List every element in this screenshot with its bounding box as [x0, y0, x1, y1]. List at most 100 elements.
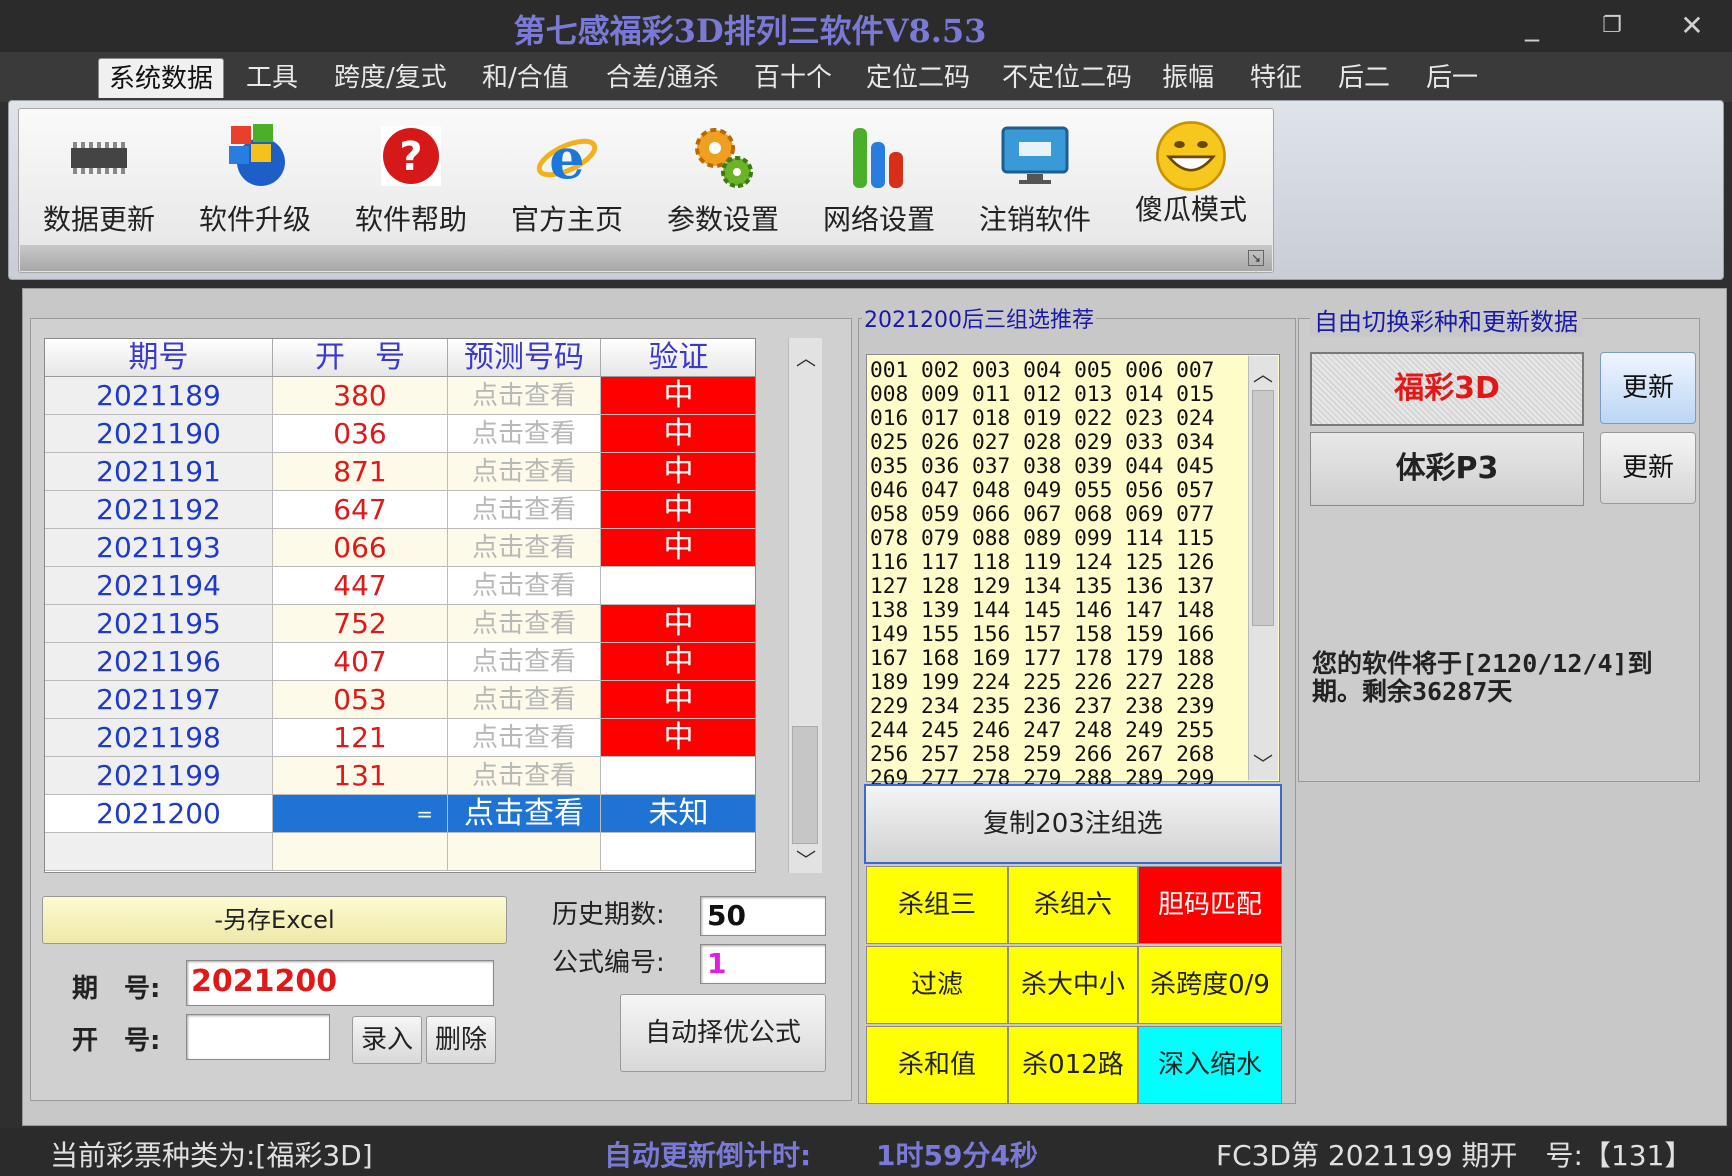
number-cell: 752 — [273, 605, 448, 643]
table-row[interactable]: 2021190 036 点击查看中 — [45, 415, 755, 453]
enter-button[interactable]: 录入 — [352, 1016, 422, 1064]
table-row[interactable]: 2021195 752 点击查看中 — [45, 605, 755, 643]
deep-reduce-button[interactable]: 深入缩水 — [1138, 1026, 1282, 1104]
menu-sum[interactable]: 和/合值 — [482, 58, 569, 98]
fc3d-button[interactable]: 福彩3D — [1310, 352, 1584, 426]
numbers-scroll-up-icon[interactable]: ︿ — [1249, 360, 1277, 388]
current-lottery-status: 当前彩票种类为:[福彩3D] — [50, 1139, 373, 1172]
prediction-cell[interactable]: 点击查看 — [448, 529, 601, 567]
menu-amplitude[interactable]: 振幅 — [1162, 58, 1214, 98]
countdown-value: 1时59分4秒 — [876, 1139, 1038, 1172]
lottery-switch-title: 自由切换彩种和更新数据 — [1310, 302, 1582, 337]
history-count-input[interactable]: 50 — [700, 896, 826, 936]
header-prediction[interactable]: 预测号码 — [448, 339, 601, 377]
network-settings-button[interactable]: 网络设置 — [804, 118, 954, 248]
prediction-cell[interactable]: 点击查看 — [448, 757, 601, 795]
table-row[interactable]: 2021194 447 点击查看 — [45, 567, 755, 605]
update-fc3d-button[interactable]: 更新 — [1600, 352, 1696, 424]
kill-group3-button[interactable]: 杀组三 — [866, 866, 1008, 944]
table-row[interactable]: 2021189 380 点击查看中 — [45, 377, 755, 415]
header-number[interactable]: 开 号 — [273, 339, 448, 377]
numbers-scroll-down-icon[interactable]: ﹀ — [1249, 750, 1277, 778]
menu-unfixed-two[interactable]: 不定位二码 — [1002, 58, 1132, 98]
numbers-scroll-thumb[interactable] — [1252, 390, 1274, 626]
software-help-button[interactable]: ? 软件帮助 — [336, 118, 486, 248]
table-row[interactable] — [45, 833, 755, 871]
restore-icon[interactable]: ❐ — [1592, 8, 1632, 44]
delete-button[interactable]: 删除 — [426, 1016, 496, 1064]
data-update-button[interactable]: 数据更新 — [24, 118, 174, 248]
table-row[interactable]: 2021199 131 点击查看 — [45, 757, 755, 795]
software-upgrade-label: 软件升级 — [198, 203, 311, 236]
save-excel-button[interactable]: -另存Excel — [42, 896, 507, 944]
last-draw-status: FC3D第 2021199 期开 号:【131】 — [1216, 1139, 1693, 1172]
number-input[interactable] — [186, 1014, 330, 1060]
official-homepage-button[interactable]: e 官方主页 — [492, 118, 642, 248]
kill-size-button[interactable]: 杀大中小 — [1008, 946, 1138, 1024]
kill-group6-button[interactable]: 杀组六 — [1008, 866, 1138, 944]
formula-number-input[interactable]: 1 — [700, 944, 826, 984]
gall-match-button[interactable]: 胆码匹配 — [1138, 866, 1282, 944]
table-row[interactable]: 2021198 121 点击查看中 — [45, 719, 755, 757]
prediction-cell[interactable]: 点击查看 — [448, 643, 601, 681]
scroll-down-icon[interactable]: ﹀ — [792, 846, 820, 874]
ribbon-footer — [20, 245, 1272, 271]
prediction-cell[interactable]: 点击查看 — [448, 795, 601, 833]
ribbon-expand-icon[interactable]: ↘ — [1248, 250, 1264, 266]
issue-cell: 2021190 — [45, 415, 273, 453]
issue-cell: 2021196 — [45, 643, 273, 681]
menu-diff[interactable]: 合差/通杀 — [606, 58, 719, 98]
prediction-cell[interactable]: 点击查看 — [448, 491, 601, 529]
tcp3-button[interactable]: 体彩P3 — [1310, 432, 1584, 506]
menu-last-two[interactable]: 后二 — [1338, 58, 1390, 98]
table-row[interactable]: 2021191 871 点击查看中 — [45, 453, 755, 491]
software-upgrade-button[interactable]: 软件升级 — [180, 118, 330, 248]
issue-cell: 2021193 — [45, 529, 273, 567]
grid-scroll-thumb[interactable] — [792, 726, 818, 844]
verify-cell — [601, 567, 755, 605]
menu-digits[interactable]: 百十个 — [754, 58, 832, 98]
prediction-cell[interactable]: 点击查看 — [448, 605, 601, 643]
parameter-settings-button[interactable]: 参数设置 — [648, 118, 798, 248]
kill-sum-button[interactable]: 杀和值 — [866, 1026, 1008, 1104]
recommend-numbers: 001 002 003 004 005 006 007 008 009 011 … — [870, 357, 1215, 838]
menu-fixed-two[interactable]: 定位二码 — [866, 58, 970, 98]
scroll-up-icon[interactable]: ︿ — [792, 344, 820, 372]
verify-cell: 中 — [601, 719, 755, 757]
menu-span[interactable]: 跨度/复式 — [334, 58, 447, 98]
prediction-cell[interactable]: 点击查看 — [448, 415, 601, 453]
update-tcp3-button[interactable]: 更新 — [1600, 432, 1696, 504]
prediction-cell[interactable] — [448, 833, 601, 871]
windows-logo-icon — [229, 124, 285, 186]
official-homepage-label: 官方主页 — [510, 203, 623, 236]
menu-last-one[interactable]: 后一 — [1426, 58, 1478, 98]
table-row[interactable]: 2021197 053 点击查看中 — [45, 681, 755, 719]
prediction-cell[interactable]: 点击查看 — [448, 719, 601, 757]
close-icon[interactable]: ✕ — [1672, 8, 1712, 44]
header-verify[interactable]: 验证 — [601, 339, 755, 377]
issue-input[interactable]: 2021200 — [186, 960, 494, 1006]
header-issue[interactable]: 期号 — [45, 339, 273, 377]
menu-system-data[interactable]: 系统数据 — [98, 58, 225, 98]
issue-cell: 2021194 — [45, 567, 273, 605]
table-row[interactable]: 2021196 407 点击查看中 — [45, 643, 755, 681]
chip-icon — [71, 142, 127, 174]
prediction-cell[interactable]: 点击查看 — [448, 453, 601, 491]
menu-feature[interactable]: 特征 — [1250, 58, 1302, 98]
number-cell — [273, 833, 448, 871]
table-row[interactable]: 2021192 647 点击查看中 — [45, 491, 755, 529]
filter-button[interactable]: 过滤 — [866, 946, 1008, 1024]
prediction-cell[interactable]: 点击查看 — [448, 681, 601, 719]
prediction-cell[interactable]: 点击查看 — [448, 377, 601, 415]
copy-combos-button[interactable]: 复制203注组选 — [864, 784, 1282, 864]
kill-span-button[interactable]: 杀跨度0/9 — [1138, 946, 1282, 1024]
minimize-icon[interactable]: _ — [1512, 8, 1552, 44]
prediction-cell[interactable]: 点击查看 — [448, 567, 601, 605]
table-row[interactable]: 2021193 066 点击查看中 — [45, 529, 755, 567]
auto-formula-button[interactable]: 自动择优公式 — [620, 994, 826, 1072]
table-row[interactable]: 2021200 = 点击查看 未知 — [45, 795, 755, 833]
kill-012-button[interactable]: 杀012路 — [1008, 1026, 1138, 1104]
simple-mode-button[interactable]: 傻瓜模式 — [1116, 118, 1266, 248]
logout-software-button[interactable]: 注销软件 — [960, 118, 1110, 248]
menu-tools[interactable]: 工具 — [246, 58, 298, 98]
